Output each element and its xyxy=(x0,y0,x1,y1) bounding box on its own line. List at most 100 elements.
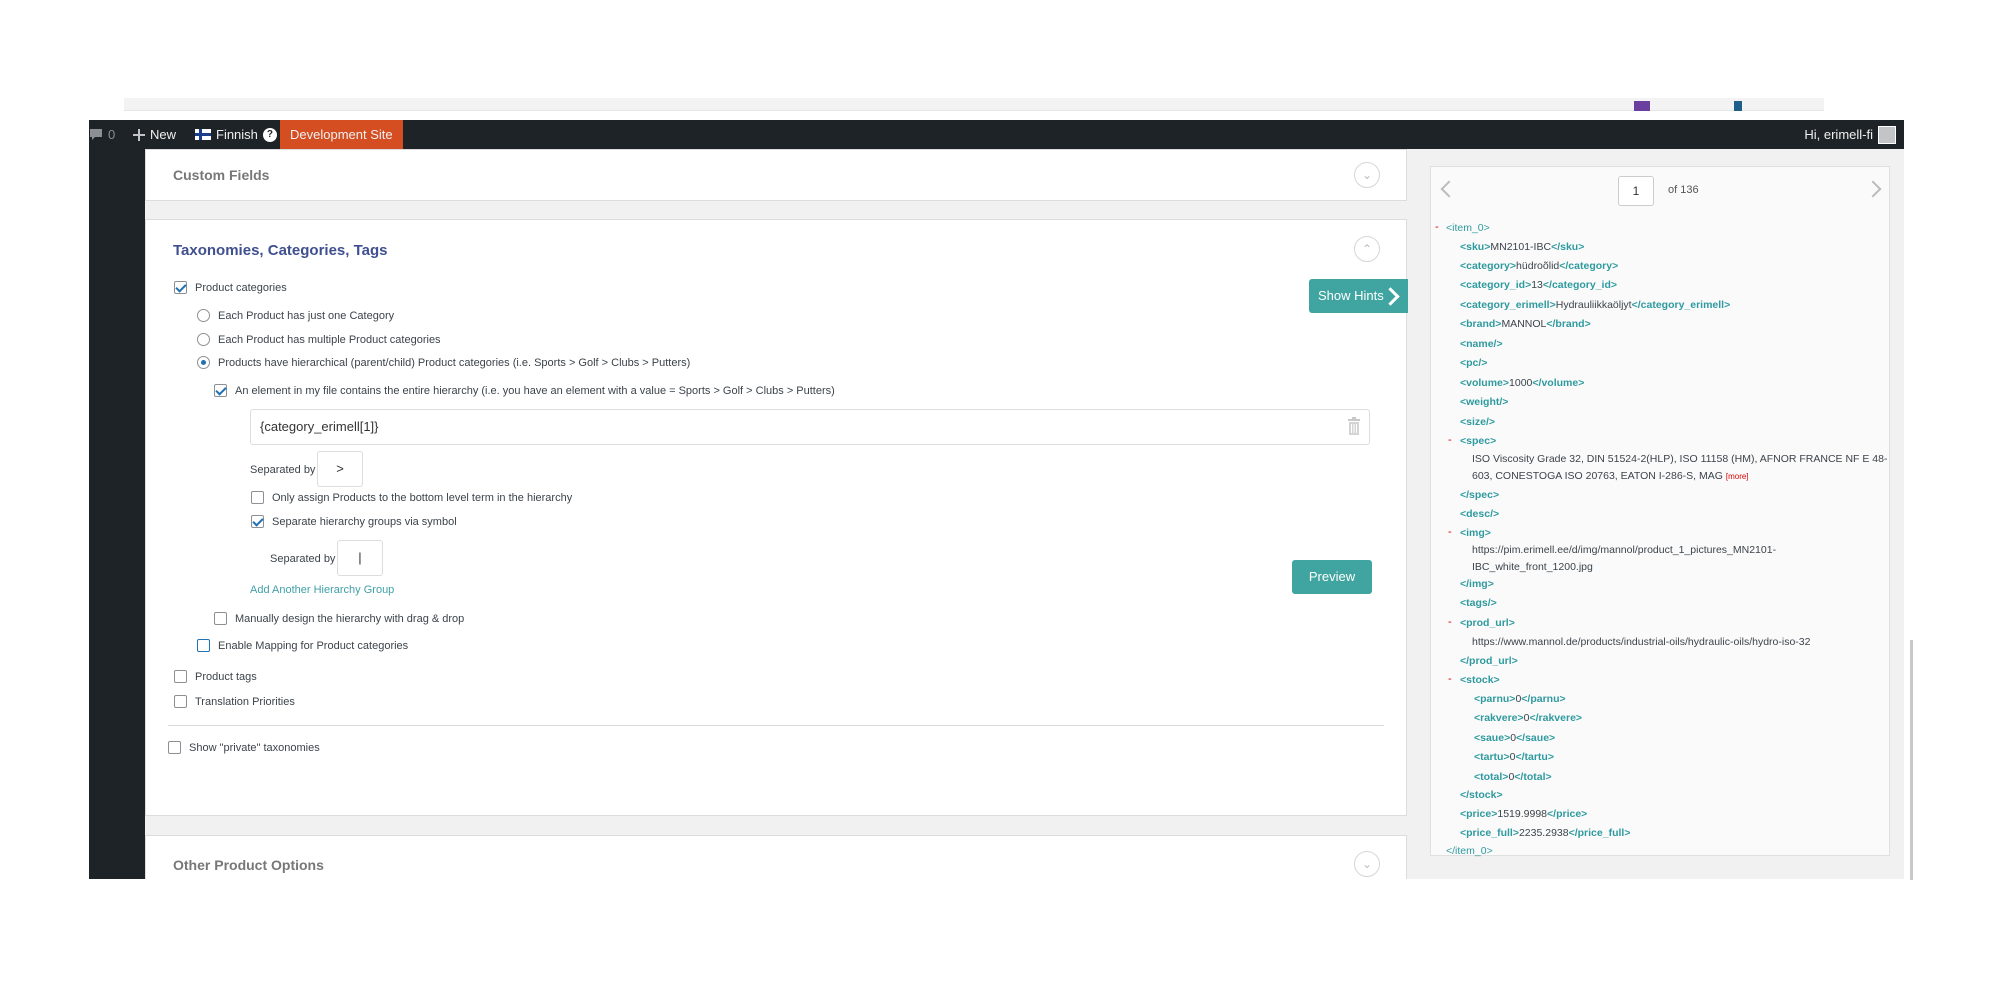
divider xyxy=(168,725,1384,726)
category-path-input[interactable]: {category_erimell[1]} xyxy=(250,409,1370,445)
xml-line-prod-url-open: <prod_url> xyxy=(1460,617,1515,629)
show-private-option[interactable]: Show "private" taxonomies xyxy=(168,741,320,754)
other-options-title[interactable]: Other Product Options xyxy=(173,857,324,873)
xml-line-price-full: <price_full>2235.2938</price_full> xyxy=(1460,827,1630,839)
comment-icon xyxy=(90,129,102,140)
product-categories-option[interactable]: Product categories xyxy=(174,281,287,294)
separated-by-label: Separated by xyxy=(250,464,316,476)
add-hierarchy-group-link[interactable]: Add Another Hierarchy Group xyxy=(250,584,394,596)
multiple-categories-option[interactable]: Each Product has multiple Product catego… xyxy=(197,333,441,346)
show-private-checkbox[interactable] xyxy=(168,741,181,754)
prev-arrow-icon[interactable] xyxy=(1440,180,1458,198)
new-item[interactable]: New xyxy=(133,120,176,149)
xml-tag: <price_full> xyxy=(1460,827,1519,839)
xml-line-total: <total>0</total> xyxy=(1474,771,1552,783)
chevron-right-icon xyxy=(1381,287,1400,306)
custom-fields-panel: Custom Fields ⌄ xyxy=(145,149,1407,201)
product-tags-option[interactable]: Product tags xyxy=(174,670,257,683)
group-separator-input[interactable]: | xyxy=(337,540,383,576)
enable-mapping-label: Enable Mapping for Product categories xyxy=(218,639,409,652)
product-categories-checkbox[interactable] xyxy=(174,281,187,294)
collapse-stock-icon[interactable]: - xyxy=(1448,673,1452,685)
xml-line-stock-open: <stock> xyxy=(1460,674,1500,686)
translation-priorities-label: Translation Priorities xyxy=(195,695,295,708)
hierarchical-categories-radio[interactable] xyxy=(197,356,210,369)
custom-fields-title[interactable]: Custom Fields xyxy=(173,167,269,183)
xml-value: 1519.9998 xyxy=(1497,808,1548,820)
collapse-spec-icon[interactable]: - xyxy=(1448,434,1452,446)
xml-tag: <saue> xyxy=(1474,732,1511,744)
xml-tag: <category> xyxy=(1460,260,1517,272)
xml-line-category-id: <category_id>13</category_id> xyxy=(1460,279,1617,291)
account-menu[interactable]: Hi, erimell-fi xyxy=(1804,120,1896,149)
comments-item[interactable]: 0 xyxy=(89,120,115,149)
xml-tag: </price_full> xyxy=(1568,827,1631,839)
xml-value: MN2101-IBC xyxy=(1490,241,1552,253)
scrollbar[interactable] xyxy=(1910,640,1913,880)
separator-input[interactable]: > xyxy=(317,451,363,487)
one-category-radio[interactable] xyxy=(197,309,210,322)
xml-line-brand: <brand>MANNOL</brand> xyxy=(1460,318,1591,330)
xml-value: 2235.2938 xyxy=(1518,827,1569,839)
xml-line-rakvere: <rakvere>0</rakvere> xyxy=(1474,712,1582,724)
next-arrow-icon[interactable] xyxy=(1864,180,1882,198)
product-tags-checkbox[interactable] xyxy=(174,670,187,683)
language-switcher[interactable]: Finnish ? xyxy=(195,120,277,149)
preview-button[interactable]: Preview xyxy=(1292,560,1372,594)
collapse-img-icon[interactable]: - xyxy=(1448,526,1452,538)
bottom-level-checkbox[interactable] xyxy=(251,491,264,504)
show-hints-button[interactable]: Show Hints xyxy=(1309,279,1408,313)
xml-line-tags: <tags/> xyxy=(1460,597,1497,609)
enable-mapping-option[interactable]: Enable Mapping for Product categories xyxy=(197,639,408,652)
xml-line-price: <price>1519.9998</price> xyxy=(1460,808,1587,820)
entire-hierarchy-option[interactable]: An element in my file contains the entir… xyxy=(214,384,835,397)
xml-tag: </sku> xyxy=(1551,241,1585,253)
entire-hierarchy-checkbox[interactable] xyxy=(214,384,227,397)
xml-tag: </item_0> xyxy=(1446,845,1493,857)
entire-hierarchy-label: An element in my file contains the entir… xyxy=(235,384,835,397)
multiple-categories-label: Each Product has multiple Product catego… xyxy=(218,333,441,346)
collapse-chevron-icon[interactable]: ⌃ xyxy=(1354,236,1380,262)
expand-chevron-icon[interactable]: ⌄ xyxy=(1354,162,1380,188)
xml-tag: <tags/> xyxy=(1460,597,1497,609)
product-tags-label: Product tags xyxy=(195,670,257,683)
separate-groups-checkbox[interactable] xyxy=(251,515,264,528)
xml-line-img-open: <img> xyxy=(1460,527,1491,539)
xml-tag: <brand> xyxy=(1460,318,1502,330)
xml-line-category: <category>hüdroõlid</category> xyxy=(1460,260,1618,272)
trash-icon[interactable] xyxy=(1347,417,1361,435)
xml-value: ISO Viscosity Grade 32, DIN 51524-2(HLP)… xyxy=(1472,453,1888,465)
bottom-level-option[interactable]: Only assign Products to the bottom level… xyxy=(251,491,572,504)
taxonomies-title[interactable]: Taxonomies, Categories, Tags xyxy=(173,242,388,259)
show-private-label: Show "private" taxonomies xyxy=(189,741,320,754)
xml-tag: <img> xyxy=(1460,527,1491,539)
collapse-item-icon[interactable]: - xyxy=(1435,221,1439,233)
xml-line-item-close: </item_0> xyxy=(1446,845,1493,857)
translation-priorities-option[interactable]: Translation Priorities xyxy=(174,695,295,708)
xml-tag: </parnu> xyxy=(1521,693,1566,705)
more-link[interactable]: [more] xyxy=(1726,472,1749,481)
finland-flag-icon xyxy=(195,129,211,140)
translation-priorities-checkbox[interactable] xyxy=(174,695,187,708)
development-site-badge[interactable]: Development Site xyxy=(280,120,403,149)
language-label: Finnish xyxy=(216,127,258,142)
xml-value: Hydrauliikkaöljyt xyxy=(1555,299,1632,311)
one-category-option[interactable]: Each Product has just one Category xyxy=(197,309,394,322)
xml-line-size: <size/> xyxy=(1460,416,1495,428)
xml-line-desc: <desc/> xyxy=(1460,508,1499,520)
xml-line-prod-url-close: </prod_url> xyxy=(1460,655,1518,667)
expand-chevron-icon-2[interactable]: ⌄ xyxy=(1354,851,1380,877)
xml-line-name: <name/> xyxy=(1460,338,1503,350)
manual-design-checkbox[interactable] xyxy=(214,612,227,625)
collapse-prod-url-icon[interactable]: - xyxy=(1448,616,1452,628)
xml-tag: <tartu> xyxy=(1474,751,1510,763)
plugin-icon-2 xyxy=(1734,101,1742,111)
xml-tag: <category_id> xyxy=(1460,279,1532,291)
enable-mapping-checkbox[interactable] xyxy=(197,639,210,652)
multiple-categories-radio[interactable] xyxy=(197,333,210,346)
manual-design-option[interactable]: Manually design the hierarchy with drag … xyxy=(214,612,464,625)
hierarchical-categories-option[interactable]: Products have hierarchical (parent/child… xyxy=(197,356,690,369)
separate-groups-option[interactable]: Separate hierarchy groups via symbol xyxy=(251,515,457,528)
page-input[interactable]: 1 xyxy=(1618,176,1654,206)
xml-tag: <name/> xyxy=(1460,338,1503,350)
